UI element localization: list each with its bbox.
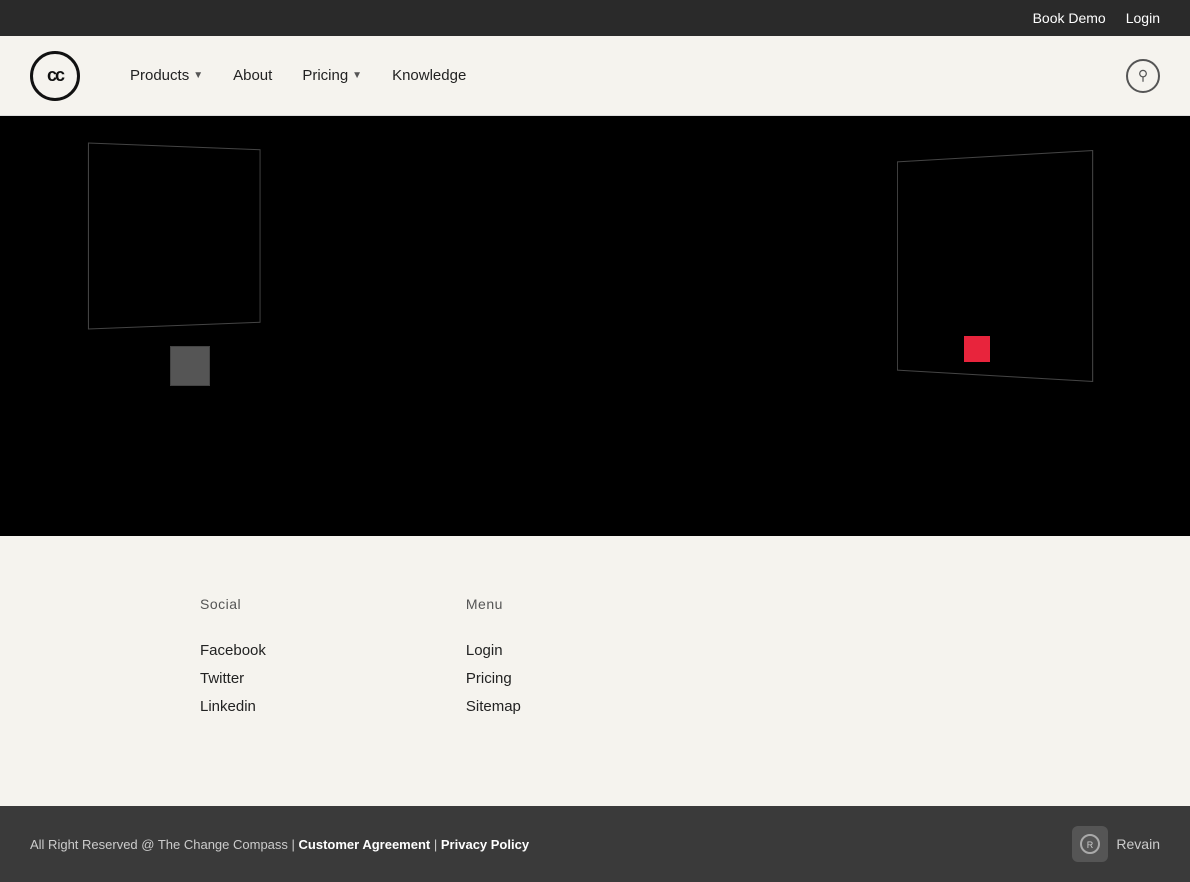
list-item: Linkedin: [200, 698, 266, 716]
book-demo-link[interactable]: Book Demo: [1033, 10, 1106, 26]
linkedin-link[interactable]: Linkedin: [200, 698, 256, 715]
decorative-rect-left: [88, 142, 261, 329]
nav-products[interactable]: Products ▼: [130, 67, 203, 84]
top-bar: Book Demo Login: [0, 0, 1190, 36]
decorative-rect-left-bottom: [170, 346, 210, 386]
decorative-rect-right: [897, 150, 1093, 382]
chevron-down-icon: ▼: [352, 70, 362, 81]
menu-heading: Menu: [466, 596, 521, 612]
customer-agreement-link[interactable]: Customer Agreement: [299, 837, 431, 852]
revain-icon: R: [1072, 826, 1108, 862]
nav-knowledge[interactable]: Knowledge: [392, 67, 466, 84]
footer-menu-col: Menu Login Pricing Sitemap: [466, 596, 521, 726]
list-item: Login: [466, 642, 521, 660]
logo[interactable]: cc: [30, 51, 80, 101]
list-item: Facebook: [200, 642, 266, 660]
menu-login-link[interactable]: Login: [466, 642, 503, 659]
search-button[interactable]: ⚲: [1126, 59, 1160, 93]
facebook-link[interactable]: Facebook: [200, 642, 266, 659]
decorative-rect-red: [964, 336, 990, 362]
list-item: Pricing: [466, 670, 521, 688]
nav-about[interactable]: About: [233, 67, 272, 84]
footer-main: Social Facebook Twitter Linkedin Menu Lo…: [0, 536, 1190, 806]
social-heading: Social: [200, 596, 266, 612]
copyright-text: All Right Reserved @ The Change Compass …: [30, 837, 529, 852]
navigation: cc Products ▼ About Pricing ▼ Knowledge …: [0, 36, 1190, 116]
search-icon: ⚲: [1138, 67, 1148, 84]
list-item: Twitter: [200, 670, 266, 688]
menu-pricing-link[interactable]: Pricing: [466, 670, 512, 687]
hero-section: [0, 116, 1190, 536]
revain-badge: R Revain: [1072, 826, 1160, 862]
svg-text:R: R: [1087, 840, 1094, 850]
list-item: Sitemap: [466, 698, 521, 716]
revain-label: Revain: [1116, 836, 1160, 852]
login-link-top[interactable]: Login: [1126, 10, 1160, 26]
privacy-policy-link[interactable]: Privacy Policy: [441, 837, 529, 852]
social-links-list: Facebook Twitter Linkedin: [200, 642, 266, 716]
menu-sitemap-link[interactable]: Sitemap: [466, 698, 521, 715]
menu-links-list: Login Pricing Sitemap: [466, 642, 521, 716]
twitter-link[interactable]: Twitter: [200, 670, 244, 687]
bottom-bar: All Right Reserved @ The Change Compass …: [0, 806, 1190, 882]
logo-icon: cc: [30, 51, 80, 101]
footer-social-col: Social Facebook Twitter Linkedin: [200, 596, 266, 726]
nav-pricing[interactable]: Pricing ▼: [302, 67, 362, 84]
chevron-down-icon: ▼: [193, 70, 203, 81]
